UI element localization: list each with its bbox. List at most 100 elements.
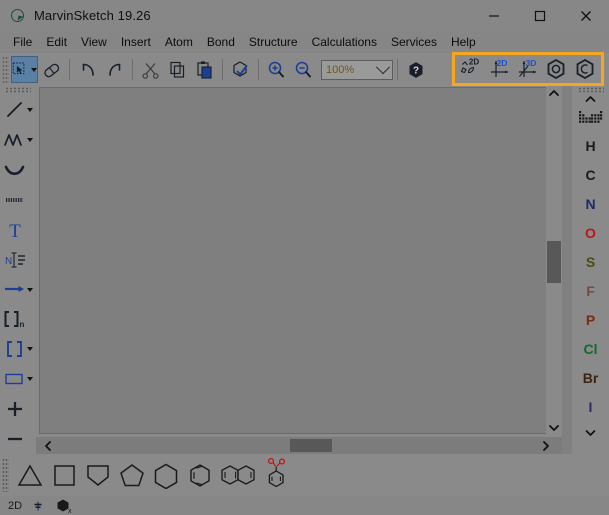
rectangle-tool-dropdown[interactable] [27, 377, 33, 381]
benzoic-acid-template[interactable] [260, 457, 292, 493]
left-palette-drag-grip[interactable] [5, 87, 31, 93]
clean-2d-button[interactable]: 2D [458, 56, 484, 82]
arc-curve-icon [2, 157, 28, 183]
single-bond-tool[interactable] [0, 95, 36, 125]
canvas-horizontal-scrollbar[interactable] [36, 437, 562, 454]
element-button-S[interactable]: S [572, 247, 609, 276]
reaction-arrow-dropdown[interactable] [27, 288, 33, 292]
hexagon-circle-icon [545, 58, 567, 80]
zoom-in-button[interactable] [263, 56, 290, 83]
rectangle-icon [2, 366, 28, 392]
scroll-right-button[interactable] [538, 437, 554, 454]
no-structure-icon[interactable]: x [54, 497, 74, 514]
menu-services[interactable]: Services [384, 33, 444, 51]
menu-file[interactable]: File [6, 33, 39, 51]
cyclopentadiene-template[interactable] [116, 457, 148, 493]
cut-button[interactable] [137, 56, 164, 83]
menu-bond[interactable]: Bond [200, 33, 242, 51]
toolbar-drag-grip[interactable] [2, 56, 9, 83]
benzene-template[interactable] [184, 457, 216, 493]
maximize-button[interactable] [517, 0, 563, 31]
menu-structure[interactable]: Structure [242, 33, 305, 51]
aromatize-button[interactable] [543, 56, 569, 82]
paste-button[interactable] [191, 56, 218, 83]
periodic-table-icon[interactable] [572, 105, 609, 131]
canvas-area [36, 86, 562, 454]
horizontal-scroll-thumb[interactable] [290, 439, 332, 452]
cyclohexane-template[interactable] [150, 457, 182, 493]
eraser-tool[interactable] [38, 56, 65, 83]
toolbar-separator [258, 59, 259, 80]
selection-tool-dropdown[interactable] [31, 68, 37, 72]
element-button-F[interactable]: F [572, 276, 609, 305]
menu-edit[interactable]: Edit [39, 33, 74, 51]
cyclobutane-template[interactable] [48, 457, 80, 493]
dashed-line-tool[interactable] [0, 185, 36, 215]
bracket-tool[interactable] [0, 334, 36, 364]
element-button-C[interactable]: C [572, 160, 609, 189]
naphthalene-template[interactable] [218, 457, 258, 493]
increase-charge-tool[interactable] [0, 394, 36, 424]
menu-insert[interactable]: Insert [114, 33, 158, 51]
bond-line-icon [2, 97, 28, 123]
align-2d-button[interactable]: 2D [487, 56, 513, 82]
drawing-canvas[interactable] [39, 87, 556, 434]
cyclopentane-template[interactable] [82, 457, 114, 493]
chain-tool[interactable] [0, 125, 36, 155]
axis-3d-icon: 3D [516, 57, 540, 81]
menu-help[interactable]: Help [444, 33, 483, 51]
menu-view[interactable]: View [74, 33, 114, 51]
single-bond-dropdown[interactable] [27, 108, 33, 112]
element-button-Br[interactable]: Br [572, 363, 609, 392]
minimize-button[interactable] [471, 0, 517, 31]
element-button-H[interactable]: H [572, 131, 609, 160]
status-bar: 2D x [0, 496, 609, 515]
scroll-left-button[interactable] [40, 437, 56, 454]
scroll-down-button[interactable] [546, 421, 562, 435]
canvas-vertical-scrollbar[interactable] [546, 86, 562, 435]
chevron-down-icon[interactable] [376, 60, 390, 74]
zoom-out-button[interactable] [290, 56, 317, 83]
atom-label-tool[interactable]: N [0, 245, 36, 275]
element-button-O[interactable]: O [572, 218, 609, 247]
reaction-arrow-tool[interactable] [0, 275, 36, 305]
element-scroll-down-button[interactable] [572, 427, 609, 439]
scroll-up-button[interactable] [546, 86, 562, 100]
element-button-I[interactable]: I [572, 392, 609, 421]
text-t-icon: T [2, 217, 28, 243]
vertical-scroll-thumb[interactable] [547, 241, 561, 283]
toolbar-separator [222, 59, 223, 80]
decrease-charge-tool[interactable] [0, 424, 36, 454]
element-scroll-up-button[interactable] [572, 93, 609, 105]
element-button-Cl[interactable]: Cl [572, 334, 609, 363]
element-button-N[interactable]: N [572, 189, 609, 218]
template-toolbar-drag-grip[interactable] [2, 458, 9, 492]
bracket-tool-dropdown[interactable] [27, 347, 33, 351]
structure-check-button[interactable] [227, 56, 254, 83]
triangle-icon [15, 461, 45, 489]
redo-button[interactable] [101, 56, 128, 83]
menu-atom[interactable]: Atom [158, 33, 200, 51]
element-button-P[interactable]: P [572, 305, 609, 334]
dearomatize-button[interactable] [572, 56, 598, 82]
copy-button[interactable] [164, 56, 191, 83]
cyclopropane-template[interactable] [14, 457, 46, 493]
help-button[interactable]: ? [402, 56, 429, 83]
pentagon-icon [117, 461, 147, 489]
chirality-marker-icon[interactable] [28, 497, 48, 514]
menu-calculations[interactable]: Calculations [305, 33, 384, 51]
undo-button[interactable] [74, 56, 101, 83]
selection-tool[interactable] [11, 56, 38, 83]
window-title: MarvinSketch 19.26 [34, 8, 151, 23]
template-toolbar [0, 454, 609, 496]
svg-text:?: ? [412, 65, 418, 76]
rectangle-tool[interactable] [0, 364, 36, 394]
chain-tool-dropdown[interactable] [27, 138, 33, 142]
text-tool[interactable]: T [0, 215, 36, 245]
zoom-level-combobox[interactable]: 100% [321, 60, 393, 80]
align-3d-button[interactable]: 3D [515, 56, 541, 82]
curve-arc-tool[interactable] [0, 155, 36, 185]
axis-2d-icon: 2D [488, 57, 512, 81]
close-button[interactable] [563, 0, 609, 31]
repeating-bracket-tool[interactable]: n [0, 304, 36, 334]
